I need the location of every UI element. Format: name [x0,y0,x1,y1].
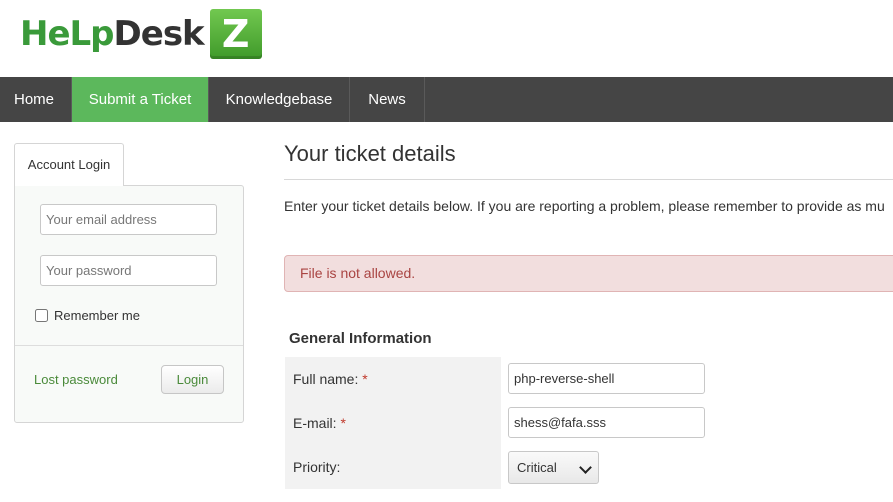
section-title: General Information [289,330,432,347]
remember-me-label: Remember me [54,308,140,323]
page-title: Your ticket details [284,141,456,166]
logo-z-badge: Z [209,9,262,59]
title-divider [284,179,893,180]
email-label: E-mail: * [285,401,501,445]
priority-selected-value: Critical [517,460,557,475]
login-email-input[interactable] [40,204,217,235]
priority-label: Priority: [285,445,501,489]
email-input[interactable] [508,407,705,438]
logo-desk-text: Desk [113,14,205,54]
login-button[interactable]: Login [161,365,224,394]
nav-submit-ticket[interactable]: Submit a Ticket [72,77,209,122]
logo-wordmark: HeLpDesk [20,14,205,54]
priority-row: Priority: Critical [285,445,893,489]
account-login-tab[interactable]: Account Login [14,143,124,186]
login-divider [15,345,243,346]
intro-text: Enter your ticket details below. If you … [284,198,885,214]
full-name-label: Full name: * [285,357,501,401]
nav-home[interactable]: Home [0,77,72,122]
email-label-text: E-mail: [293,415,337,431]
lost-password-link[interactable]: Lost password [34,372,118,387]
remember-me[interactable]: Remember me [35,308,140,323]
remember-me-checkbox[interactable] [35,309,48,322]
login-password-input[interactable] [40,255,217,286]
email-row: E-mail: * [285,401,893,445]
full-name-label-text: Full name: [293,371,359,387]
full-name-row: Full name: * [285,357,893,401]
nav-news[interactable]: News [350,77,425,122]
required-mark: * [362,371,368,387]
required-mark: * [340,415,346,431]
priority-select[interactable]: Critical [508,451,599,484]
site-logo[interactable]: HeLpDesk Z [20,8,262,60]
full-name-input[interactable] [508,363,705,394]
login-panel: Remember me Lost password Login [14,185,244,423]
main-nav: Home Submit a Ticket Knowledgebase News [0,77,893,122]
chevron-down-icon [579,461,592,474]
error-alert: File is not allowed. [284,255,893,292]
logo-help-text: HeLp [20,14,115,54]
nav-knowledgebase[interactable]: Knowledgebase [209,77,350,122]
